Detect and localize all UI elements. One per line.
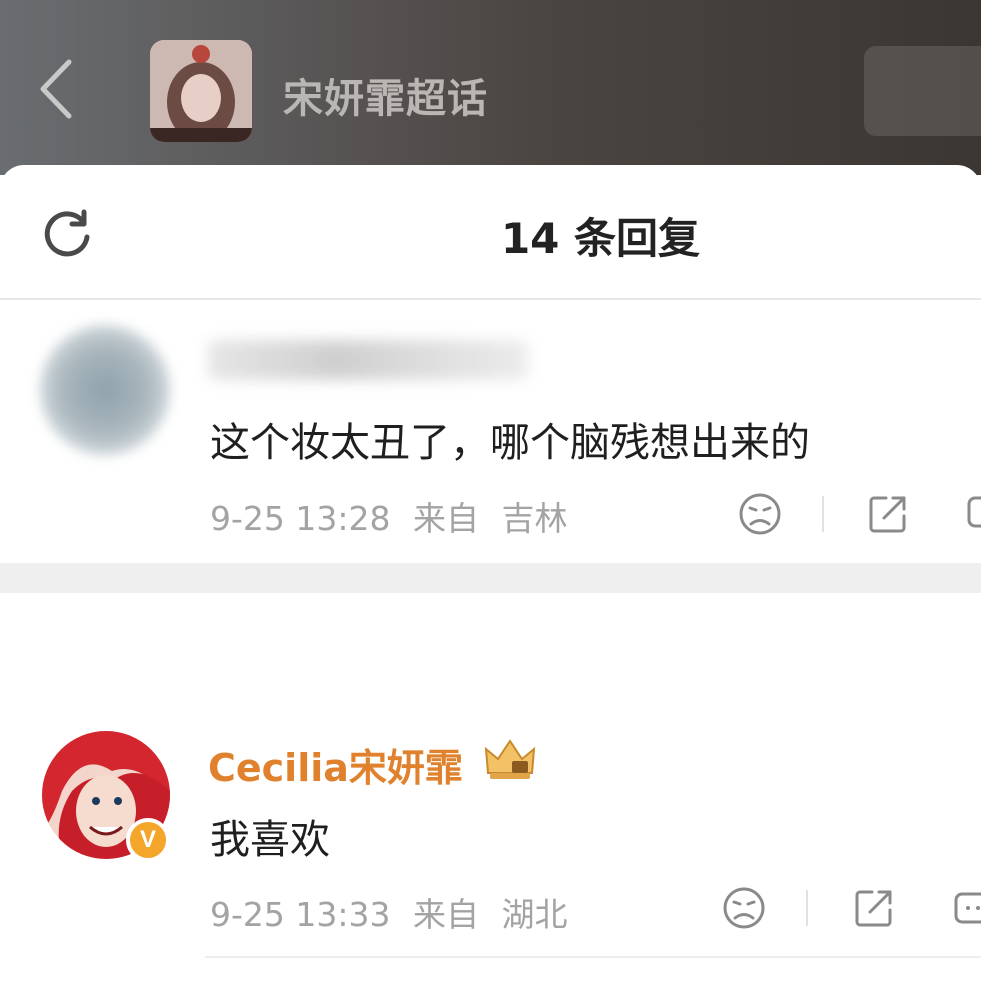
comment-meta: 9-25 13:33 来自 湖北 (210, 888, 580, 936)
comment-from-label: 来自 (413, 895, 479, 934)
topic-avatar[interactable] (150, 40, 252, 142)
username-blurred[interactable] (208, 340, 528, 380)
comment-date: 9-25 13:28 (210, 499, 391, 538)
comment-text: 我喜欢 (210, 817, 330, 863)
comment-date: 9-25 13:33 (210, 895, 391, 934)
back-chevron-icon (40, 59, 72, 119)
share-icon[interactable] (866, 492, 910, 536)
topic-title: 宋妍霏超话 (283, 76, 488, 122)
comment-icon[interactable] (952, 888, 981, 932)
reply-count-title: 14 条回复 (500, 214, 701, 263)
topic-header: 宋妍霏超话 (0, 0, 981, 175)
sad-face-icon[interactable] (722, 886, 766, 930)
sad-face-icon[interactable] (738, 492, 782, 536)
avatar[interactable] (40, 325, 170, 455)
verified-badge: V (126, 818, 170, 862)
divider (822, 496, 824, 532)
comment-location: 吉林 (501, 499, 568, 538)
follow-button[interactable] (864, 46, 981, 136)
topic-avatar-image (150, 40, 252, 142)
comment-from-label: 来自 (413, 499, 479, 538)
divider (205, 956, 981, 958)
section-separator (0, 563, 981, 593)
share-icon[interactable] (852, 886, 896, 930)
comment-icon[interactable] (965, 492, 981, 536)
username[interactable]: Cecilia宋妍霏 (208, 737, 463, 792)
divider (806, 890, 808, 926)
sheet-header: 14 条回复 (0, 165, 981, 300)
comment-location: 湖北 (501, 895, 568, 934)
comment-meta: 9-25 13:28 来自 吉林 (210, 492, 580, 540)
comment-text: 这个妆太丑了，哪个脑残想出来的 (210, 420, 810, 466)
back-button[interactable] (30, 58, 80, 120)
crown-icon[interactable] (482, 735, 538, 783)
